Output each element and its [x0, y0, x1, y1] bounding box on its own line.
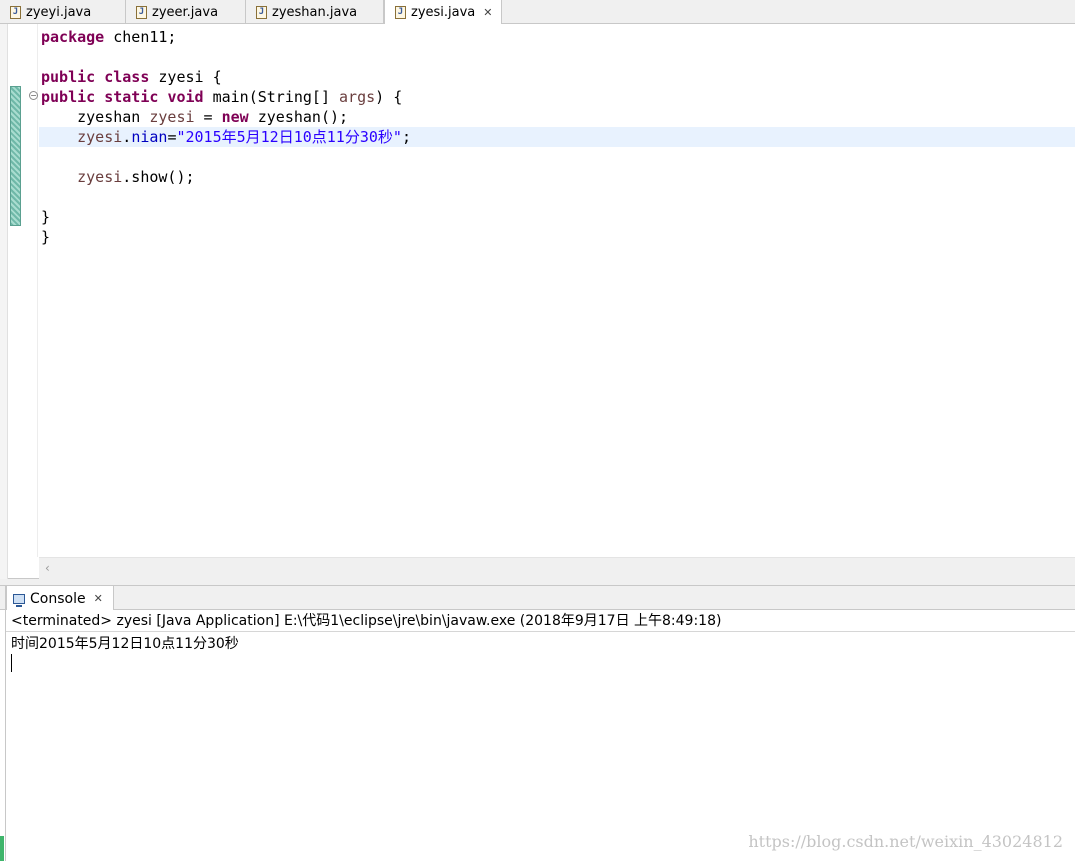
code-line-10: }	[41, 208, 51, 226]
scroll-left-icon[interactable]: ‹	[45, 561, 50, 575]
tab-label: zyesi.java	[411, 5, 476, 20]
tab-zyesi-java[interactable]: J zyesi.java ✕	[384, 0, 502, 25]
vertical-ruler[interactable]	[21, 24, 38, 557]
java-file-icon: J	[256, 5, 267, 19]
tab-zyeshan-java[interactable]: J zyeshan.java	[246, 0, 384, 24]
console-output-area[interactable]: 时间2015年5月12日10点11分30秒 https://blog.csdn.…	[6, 632, 1075, 861]
code-line-3: public class zyesi {	[41, 68, 222, 86]
console-process-status: <terminated> zyesi [Java Application] E:…	[6, 610, 1075, 632]
tab-label: zyeer.java	[152, 4, 219, 20]
code-line-6-current: zyesi.nian="2015年5月12日10点11分30秒";	[39, 127, 1075, 147]
java-file-icon: J	[395, 6, 406, 19]
console-tab-label: Console	[30, 590, 86, 607]
console-tab-bar: Console ✕	[0, 585, 1075, 611]
close-icon[interactable]: ✕	[483, 6, 492, 19]
horizontal-scrollbar[interactable]: ‹	[39, 557, 1075, 579]
java-file-icon: J	[136, 5, 147, 19]
tab-label: zyeyi.java	[26, 4, 92, 20]
window-edge-accent	[0, 836, 4, 861]
tab-zyeer-java[interactable]: J zyeer.java	[126, 0, 246, 24]
console-monitor-icon	[13, 593, 25, 607]
text-caret	[11, 654, 12, 672]
quick-diff-change-bar	[10, 86, 21, 226]
eclipse-window: J zyeyi.java J zyeer.java J zyeshan.java…	[0, 0, 1075, 861]
code-line-8: zyesi.show();	[77, 168, 195, 186]
tab-label: zyeshan.java	[272, 4, 358, 20]
code-editor[interactable]: − package chen11; public class zyesi { p…	[0, 24, 1075, 579]
code-line-1: package chen11;	[41, 28, 177, 46]
code-text-area[interactable]: package chen11; public class zyesi { pub…	[39, 24, 1075, 557]
editor-tab-bar: J zyeyi.java J zyeer.java J zyeshan.java…	[0, 0, 1075, 25]
fold-collapse-icon[interactable]: −	[29, 91, 38, 100]
code-line-5: zyeshan zyesi = new zyeshan();	[41, 108, 349, 126]
close-icon[interactable]: ✕	[94, 592, 103, 605]
tab-zyeyi-java[interactable]: J zyeyi.java	[0, 0, 126, 24]
watermark: https://blog.csdn.net/weixin_43024812	[748, 832, 1063, 851]
console-output-text: 时间2015年5月12日10点11分30秒	[11, 636, 239, 652]
tab-console[interactable]: Console ✕	[6, 586, 114, 611]
editor-left-strip	[0, 24, 8, 579]
code-line-11: }	[41, 228, 51, 246]
code-line-4: public static void main(String[] args) {	[41, 88, 403, 106]
java-file-icon: J	[10, 5, 21, 19]
